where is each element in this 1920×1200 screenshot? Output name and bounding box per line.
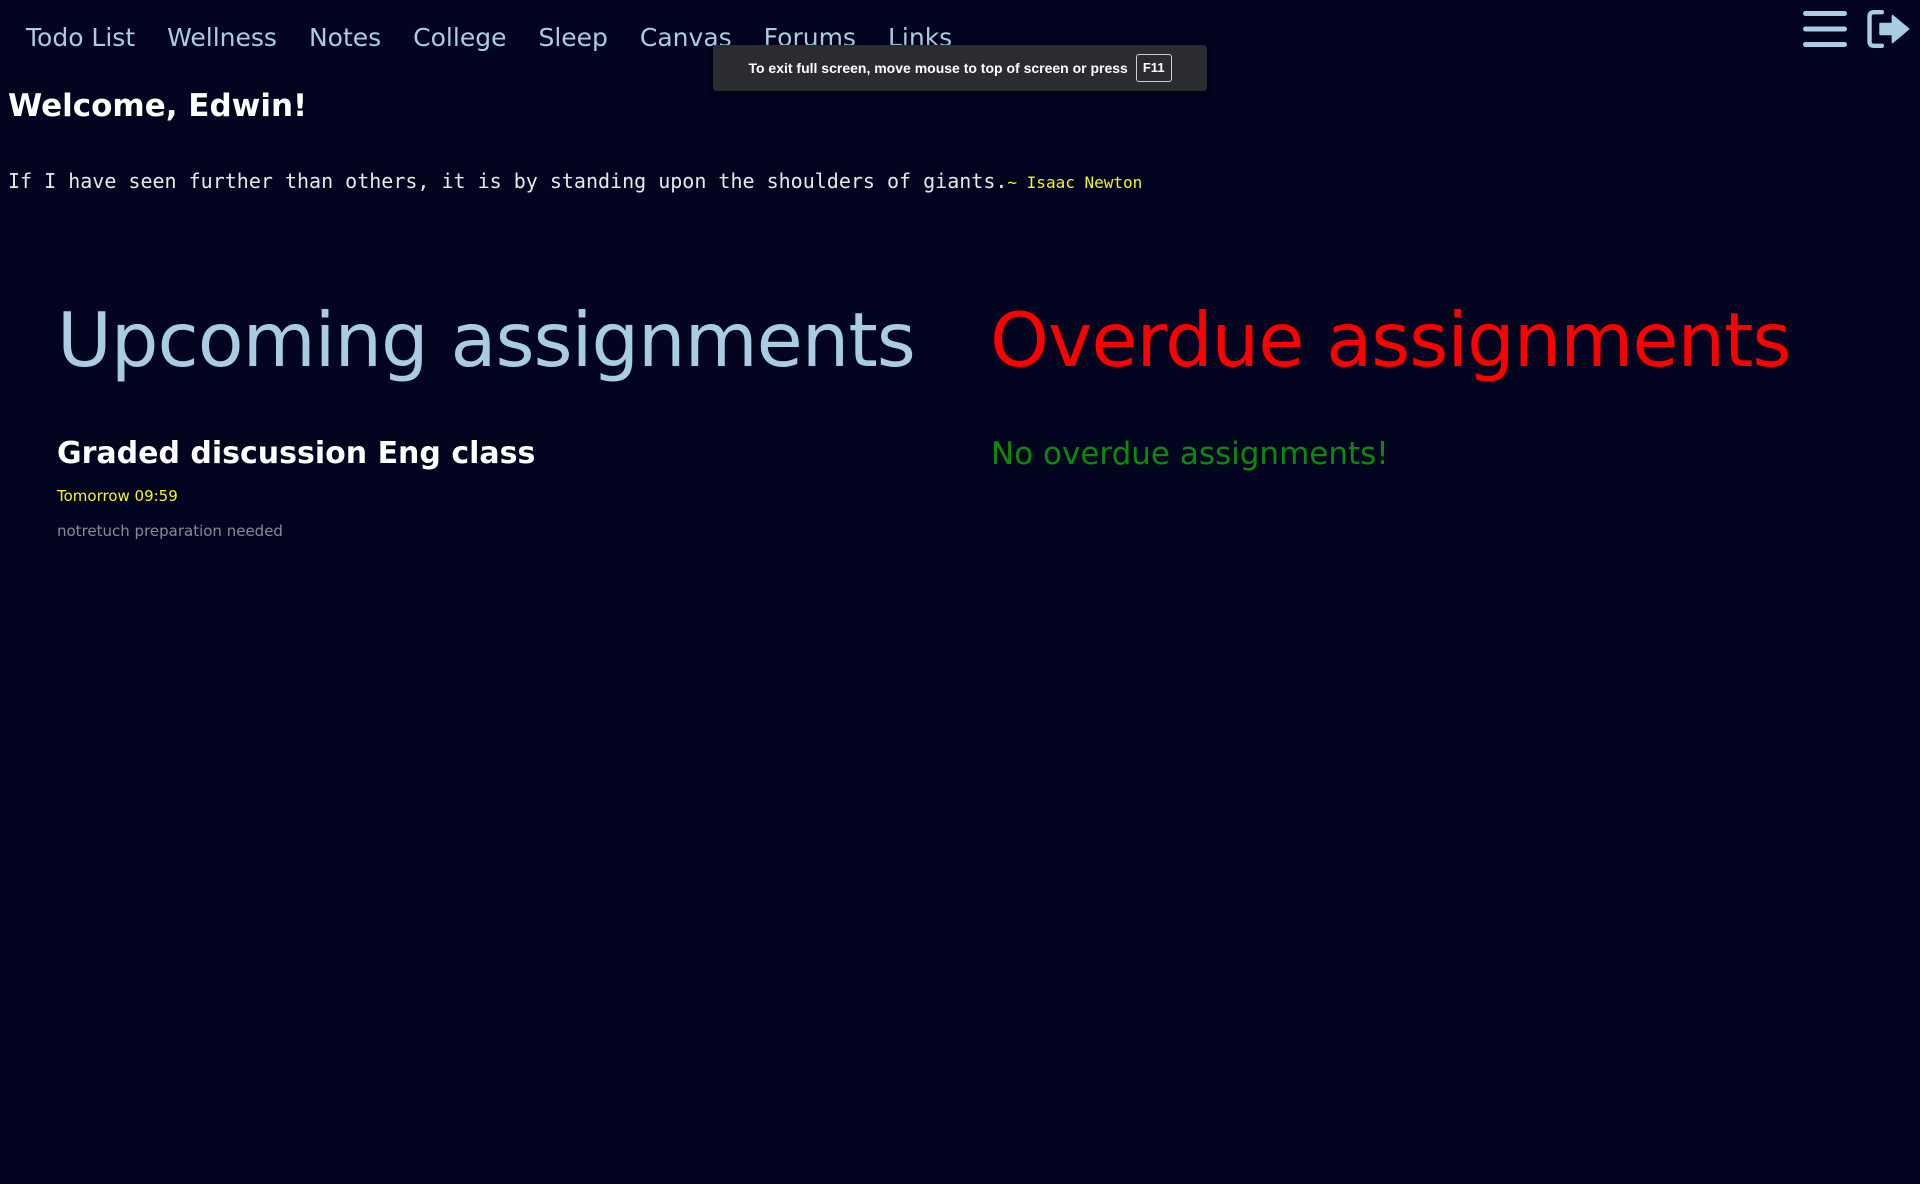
assignment-due-date: Tomorrow 09:59 bbox=[57, 487, 178, 505]
logout-icon-svg bbox=[1867, 9, 1910, 49]
assignment-item[interactable]: Graded discussion Eng class Tomorrow 09:… bbox=[57, 432, 535, 541]
nav-item-wellness[interactable]: Wellness bbox=[151, 18, 293, 58]
fullscreen-toast-text: To exit full screen, move mouse to top o… bbox=[748, 60, 1128, 76]
upcoming-assignments-heading: Upcoming assignments bbox=[57, 296, 916, 384]
nav-item-notes[interactable]: Notes bbox=[293, 18, 397, 58]
quote-author: ~ Isaac Newton bbox=[1007, 173, 1143, 192]
fullscreen-toast-key: F11 bbox=[1135, 54, 1172, 82]
nav-icons bbox=[1802, 6, 1912, 52]
hamburger-menu-icon-svg bbox=[1803, 11, 1847, 47]
welcome-heading: Welcome, Edwin! bbox=[8, 88, 308, 124]
nav-item-todo-list[interactable]: Todo List bbox=[10, 18, 151, 58]
nav-item-sleep[interactable]: Sleep bbox=[522, 18, 623, 58]
assignment-note: notretuch preparation needed bbox=[57, 522, 283, 540]
nav-item-college[interactable]: College bbox=[397, 18, 522, 58]
logout-icon[interactable] bbox=[1866, 6, 1912, 52]
app-root: Todo List Wellness Notes College Sleep C… bbox=[0, 0, 1920, 1184]
fullscreen-toast: To exit full screen, move mouse to top o… bbox=[713, 45, 1207, 91]
no-overdue-message: No overdue assignments! bbox=[991, 436, 1389, 472]
assignment-title: Graded discussion Eng class bbox=[57, 436, 536, 471]
overdue-assignments-heading: Overdue assignments bbox=[990, 296, 1792, 384]
quote: If I have seen further than others, it i… bbox=[8, 168, 1142, 196]
hamburger-menu-icon[interactable] bbox=[1802, 6, 1848, 52]
quote-text: If I have seen further than others, it i… bbox=[8, 169, 1008, 193]
